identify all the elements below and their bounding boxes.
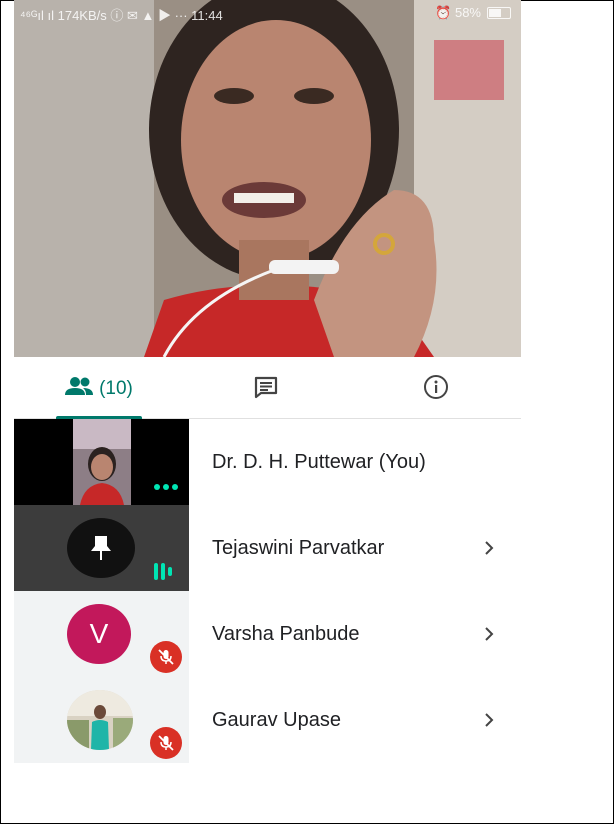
pin-icon — [91, 536, 111, 560]
people-count: (10) — [99, 378, 133, 399]
participant-name: Varsha Panbude — [212, 622, 360, 645]
status-right: ⏰ 58% — [435, 5, 511, 21]
mic-off-icon — [150, 641, 182, 673]
tab-people[interactable]: (10) — [56, 360, 142, 419]
participant-name: Gaurav Upase — [212, 708, 341, 731]
participant-tile — [14, 505, 189, 591]
speaking-icon — [153, 560, 177, 587]
chevron-right-icon[interactable] — [482, 677, 496, 763]
people-icon — [65, 376, 94, 402]
status-left: ⁴⁶ᴳıl ıl 174KB/s ⓘ ✉ ▲ ▶ ··· 11:44 — [20, 8, 223, 23]
chevron-right-icon[interactable] — [482, 591, 496, 677]
battery-icon — [487, 7, 511, 19]
chevron-right-icon[interactable] — [482, 505, 496, 591]
participant-tile: V — [14, 591, 189, 677]
participant-name: Dr. D. H. Puttewar (You) — [212, 450, 426, 473]
main-video[interactable] — [14, 0, 521, 357]
participant-row-3[interactable]: V Varsha Panbude — [14, 591, 521, 677]
participant-tile — [14, 677, 189, 763]
participant-name: Tejaswini Parvatkar — [212, 536, 385, 559]
participant-tile-self — [14, 419, 189, 505]
tab-bar: (10) — [14, 360, 521, 419]
avatar — [67, 518, 135, 578]
info-icon — [423, 374, 449, 405]
participant-row-2[interactable]: Tejaswini Parvatkar — [14, 505, 521, 591]
battery-text: ⏰ 58% — [435, 5, 481, 20]
tab-info[interactable] — [416, 360, 456, 418]
participant-row-1[interactable]: Dr. D. H. Puttewar (You) — [14, 419, 521, 505]
avatar — [67, 690, 133, 750]
status-bar: ⁴⁶ᴳıl ıl 174KB/s ⓘ ✉ ▲ ▶ ··· 11:44 ⏰ 58% — [14, 4, 521, 23]
more-options-icon[interactable] — [153, 479, 179, 497]
avatar: V — [67, 604, 131, 664]
chat-icon — [253, 375, 279, 404]
mic-off-icon — [150, 727, 182, 759]
tab-chat[interactable] — [246, 360, 286, 418]
participant-row-4[interactable]: Gaurav Upase — [14, 677, 521, 763]
